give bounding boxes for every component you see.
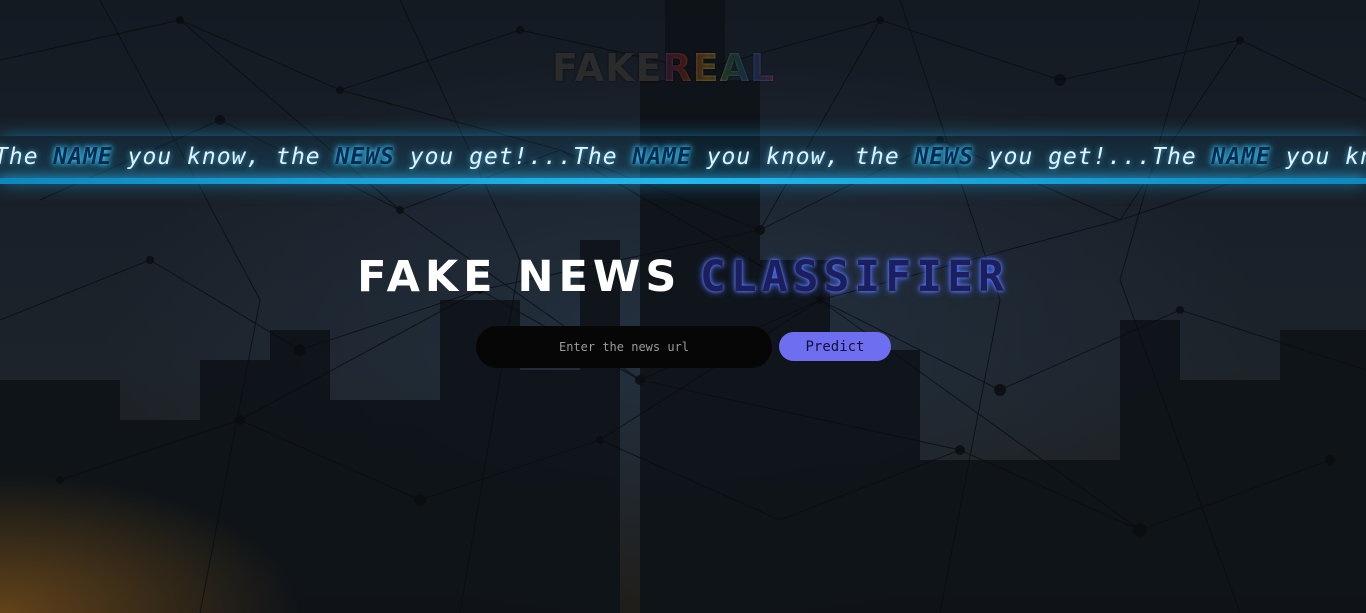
ticker-text-segment: The [0,144,39,170]
predict-button[interactable]: Predict [779,332,891,361]
logo-fake-text: FAKE [552,46,663,90]
ticker-text-segment: you get!... [973,144,1153,170]
site-logo[interactable]: FAKEREAL [552,46,775,90]
tagline-ticker-text: The NAME you know, the NEWS you get!...T… [0,144,1366,170]
ticker-text-segment: you get!... [394,144,574,170]
logo-real-text: REAL [662,46,776,90]
ticker-emphasis-word: NAME [1211,144,1271,170]
ticker-text-segment: you know, the [1285,144,1366,170]
ticker-emphasis-word: NEWS [914,144,974,170]
ticker-emphasis-word: NAME [53,144,113,170]
page-title: FAKE NEWS CLASSIFIER [0,252,1366,302]
ticker-text-segment: The [573,144,633,170]
news-url-input[interactable] [476,326,772,368]
city-network-background [0,0,1366,613]
ticker-text-segment: you know, the [112,144,336,170]
tagline-ticker: The NAME you know, the NEWS you get!...T… [0,136,1366,184]
ticker-emphasis-word: NEWS [335,144,395,170]
ticker-emphasis-word: NAME [632,144,692,170]
page-background: FAKEREAL The NAME you know, the NEWS you… [0,0,1366,613]
page-title-part1: FAKE NEWS [357,252,682,302]
ticker-text-segment: The [1152,144,1212,170]
ticker-text-segment: you know, the [691,144,915,170]
page-title-part2: CLASSIFIER [699,252,1009,302]
